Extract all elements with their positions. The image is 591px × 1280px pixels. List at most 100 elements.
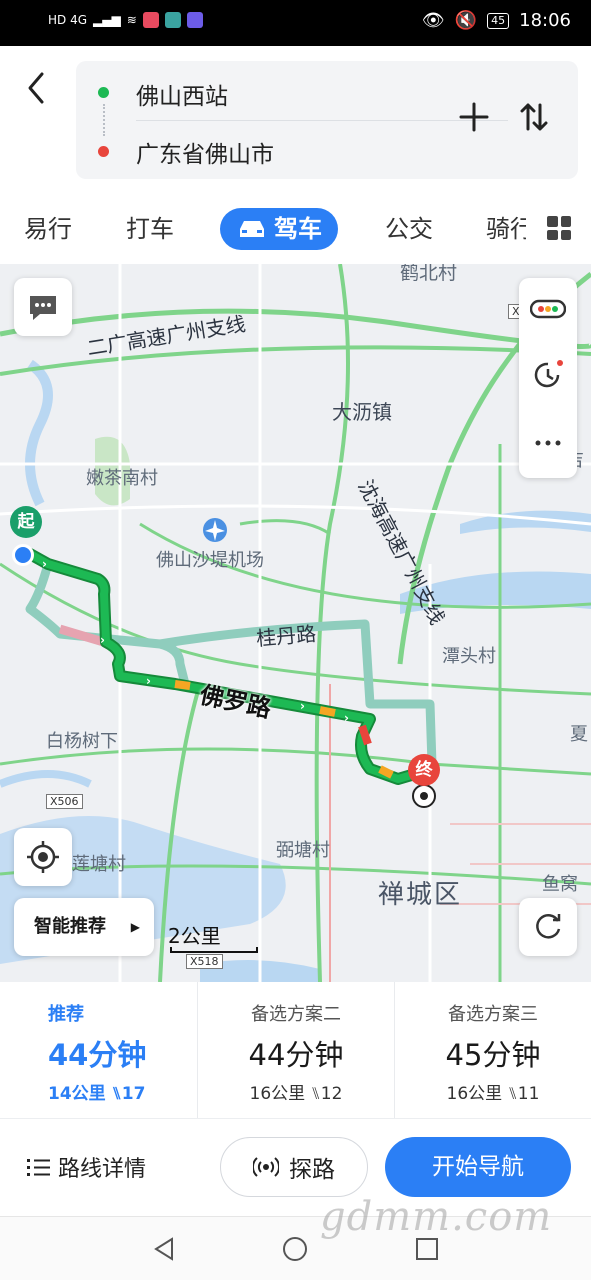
option-time: 44分钟 (48, 1038, 147, 1072)
tab-bus[interactable]: 公交 (385, 208, 433, 250)
route-detail-label: 路线详情 (58, 1157, 147, 1182)
locate-button[interactable] (14, 828, 72, 886)
map-label-tantou: 潭头村 (442, 646, 496, 667)
transport-tabs: 易行 打车 驾车 公交 骑行 (0, 196, 591, 260)
app-notification-icon (186, 12, 203, 28)
refresh-button[interactable] (519, 898, 577, 956)
route-connector (103, 104, 105, 136)
tab-drive-label: 驾车 (274, 215, 322, 243)
swap-icon (520, 103, 548, 131)
chat-icon (30, 296, 56, 320)
traffic-light-icon (530, 299, 566, 319)
refresh-icon (536, 914, 561, 939)
back-button[interactable] (20, 68, 52, 108)
list-icon (27, 1159, 50, 1176)
map-scale: 2公里 (168, 924, 221, 948)
map-label-airport: 佛山沙堤机场 (156, 550, 264, 571)
time-planning-button[interactable] (519, 344, 577, 406)
option-distance: 16公里 ⑊11 (446, 1084, 540, 1104)
origin-field[interactable]: 佛山西站 (136, 77, 228, 111)
start-marker: 起 (10, 506, 42, 538)
traffic-light-icon: ⑊ (507, 1084, 518, 1104)
svg-text:›: › (344, 711, 349, 725)
option-time: 44分钟 (248, 1038, 344, 1072)
home-circle-icon[interactable] (281, 1235, 309, 1263)
wifi-icon: ≋ (126, 13, 137, 27)
status-left: HD 4G ▂▄▆ ≋ (48, 12, 203, 28)
crosshair-icon (27, 841, 59, 873)
more-modes-icon[interactable] (547, 216, 571, 240)
clock: 18:06 (519, 10, 571, 31)
signal-icon: ▂▄▆ (93, 13, 121, 27)
explore-button[interactable]: 探路 (220, 1137, 368, 1197)
map-view[interactable]: › › › › › 鹤北村 二广高速广州支线 大沥镇 沈海高速广州支线 嫩茶南村… (0, 264, 591, 982)
network-label: HD 4G (48, 13, 88, 27)
destination-dot-icon (98, 146, 109, 157)
map-label-xia: 夏 (570, 724, 588, 745)
status-bar: HD 4G ▂▄▆ ≋ 👁 🔇 45 18:06 (0, 0, 591, 46)
route-header: 佛山西站 广东省佛山市 (0, 46, 591, 196)
swap-route-button[interactable] (516, 99, 552, 135)
chevron-left-icon (28, 72, 44, 104)
app-notification-icon (142, 12, 159, 28)
route-input-box: 佛山西站 广东省佛山市 (76, 61, 578, 179)
tab-easy[interactable]: 易行 (24, 208, 72, 250)
explore-label: 探路 (289, 1157, 335, 1183)
scale-bar (170, 947, 258, 953)
smart-recommend-label: 智能推荐 (34, 916, 106, 937)
road-badge: X518 (186, 954, 223, 969)
svg-text:›: › (146, 674, 151, 688)
map-tools-panel (519, 278, 577, 478)
tab-drive[interactable]: 驾车 (220, 208, 338, 250)
map-label-baiyang: 白杨树下 (46, 731, 118, 752)
route-option-recommended[interactable]: 推荐 44分钟 14公里 ⑊17 (0, 982, 197, 1118)
map-label-yuwo: 鱼窝 (542, 874, 578, 895)
clock-icon (534, 360, 563, 388)
route-detail-button[interactable]: 路线详情 (26, 1151, 146, 1183)
triangle-right-icon: ▶ (130, 920, 140, 934)
traffic-toggle-button[interactable] (519, 278, 577, 340)
current-location-icon (12, 544, 34, 566)
map-label: 鹤北村 (400, 264, 458, 284)
end-marker: 终 (408, 754, 440, 786)
map-label-guidan-road: 桂丹路 (255, 621, 318, 651)
origin-dot-icon (98, 87, 109, 98)
svg-text:›: › (100, 633, 105, 647)
route-option-3[interactable]: 备选方案三 45分钟 16公里 ⑊11 (394, 982, 591, 1118)
status-right: 👁 🔇 45 18:06 (422, 10, 571, 31)
map-label-chancheng: 禅城区 (378, 880, 463, 910)
tab-bike[interactable]: 骑行 (486, 208, 526, 250)
road-badge: X506 (46, 794, 83, 809)
more-options-button[interactable] (519, 412, 577, 474)
option-label: 备选方案三 (448, 1004, 538, 1025)
option-label: 备选方案二 (251, 1004, 341, 1025)
plus-icon (459, 102, 489, 132)
map-label-liantang: 莲塘村 (72, 854, 126, 875)
option-distance: 16公里 ⑊12 (249, 1084, 343, 1104)
app-notification-icon (164, 12, 181, 28)
tab-taxi[interactable]: 打车 (126, 208, 174, 250)
smart-recommend-button[interactable]: 智能推荐 ▶ (14, 898, 154, 956)
svg-text:›: › (42, 557, 47, 571)
watermark: gdmm.com (320, 1194, 553, 1240)
eye-icon: 👁 (421, 10, 445, 31)
battery-icon: 45 (487, 12, 510, 29)
map-label-dali: 大沥镇 (332, 400, 392, 424)
destination-field[interactable]: 广东省佛山市 (136, 135, 274, 169)
broadcast-icon (253, 1157, 279, 1177)
option-label: 推荐 (48, 1004, 84, 1025)
car-icon (240, 221, 264, 237)
route-options: 推荐 44分钟 14公里 ⑊17 备选方案二 44分钟 16公里 ⑊12 备选方… (0, 982, 591, 1118)
traffic-light-icon: ⑊ (111, 1084, 122, 1104)
more-dots-icon (535, 440, 561, 446)
svg-text:›: › (300, 699, 305, 713)
back-triangle-icon[interactable] (150, 1235, 178, 1263)
traffic-light-icon: ⑊ (310, 1084, 321, 1104)
divider (136, 120, 508, 121)
route-option-2[interactable]: 备选方案二 44分钟 16公里 ⑊12 (197, 982, 394, 1118)
feedback-button[interactable] (14, 278, 72, 336)
map-label-nencha: 嫩茶南村 (86, 468, 158, 489)
add-waypoint-button[interactable] (456, 99, 492, 135)
start-navigation-button[interactable]: 开始导航 (385, 1137, 571, 1197)
option-time: 45分钟 (445, 1038, 541, 1072)
